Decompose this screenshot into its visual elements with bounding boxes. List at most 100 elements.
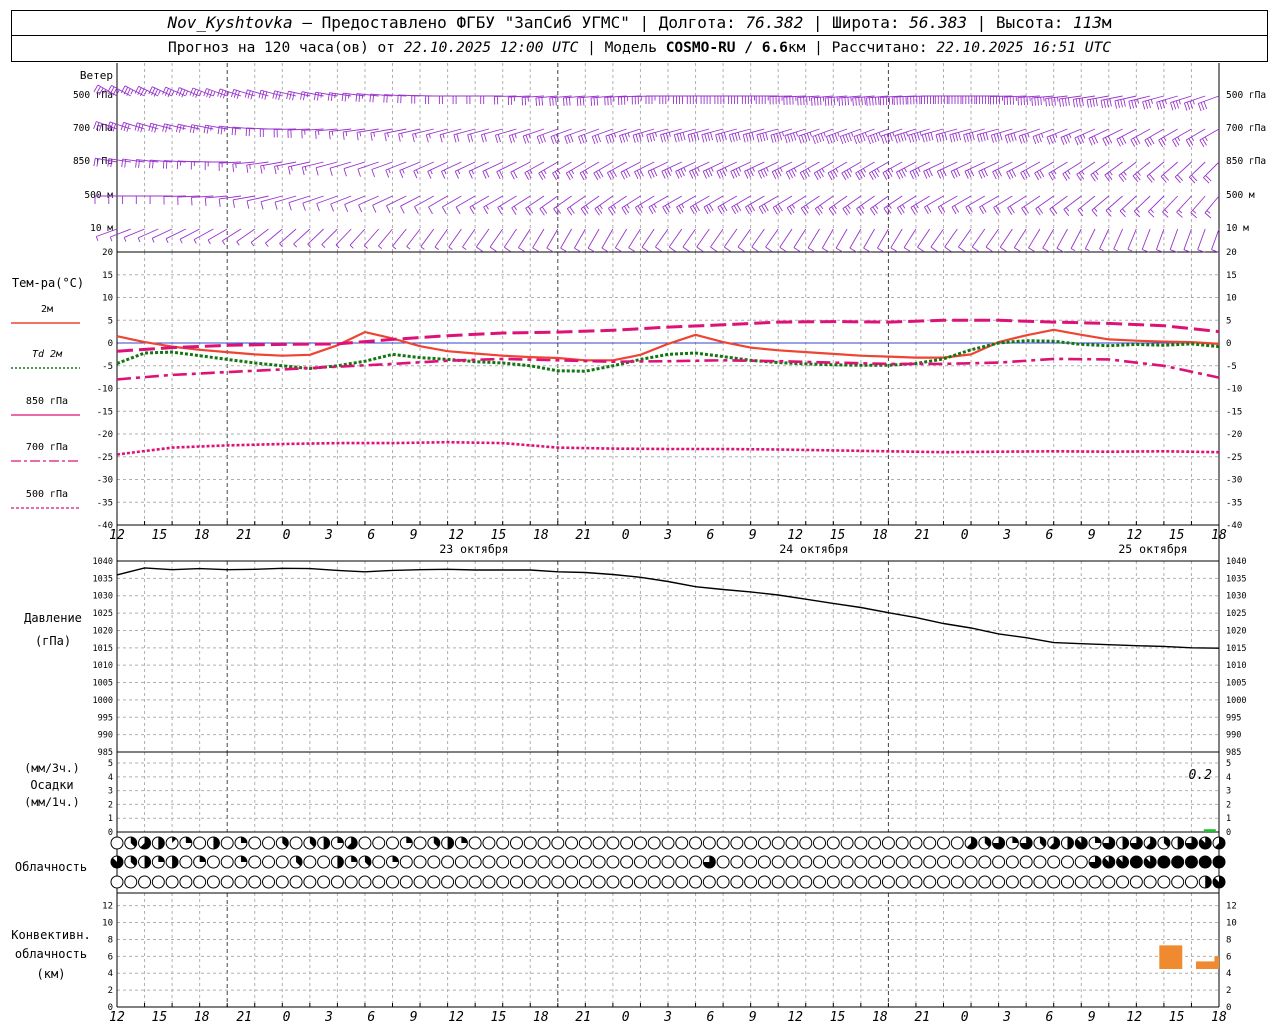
- wind-barb: [536, 128, 558, 145]
- cloud-symbol: [468, 855, 482, 869]
- cloud-symbol: [496, 875, 510, 889]
- cloud-fill: [158, 856, 165, 862]
- cloud-cover-symbols: [110, 836, 1226, 889]
- wind-barb: [412, 128, 434, 143]
- hour-label-bottom: 12: [787, 1010, 803, 1024]
- wind-barb: [137, 228, 159, 243]
- cloud-symbol: [179, 855, 193, 869]
- cloud-fill: [240, 856, 247, 862]
- pressure-tick-right: 1030: [1226, 592, 1246, 602]
- conv-bar: [1214, 956, 1219, 969]
- wind-barb: [870, 195, 889, 216]
- wind-barb: [335, 228, 352, 249]
- wind-barb: [737, 228, 751, 252]
- wind-barb: [1176, 195, 1192, 218]
- cloud-symbol: [317, 855, 331, 869]
- wind-barb: [1133, 195, 1151, 218]
- hour-label-bottom: 21: [914, 1010, 930, 1024]
- cloud-symbol: [675, 855, 689, 869]
- cloud-fill: [461, 837, 468, 843]
- hour-label-bottom: 3: [1002, 1010, 1011, 1024]
- hour-label-bottom: 0: [622, 1010, 630, 1024]
- wind-barb: [756, 128, 779, 143]
- conv-tick-left: 2: [108, 986, 113, 996]
- cloud-symbol: [840, 836, 854, 850]
- hour-label: 21: [914, 528, 930, 543]
- cloud-symbol: [441, 875, 455, 889]
- wind-barb: [149, 195, 173, 204]
- wind-barb: [628, 228, 641, 253]
- cloud-symbol: [1157, 875, 1171, 889]
- precip-tick-right: 1: [1226, 814, 1231, 824]
- wind-barb: [302, 195, 324, 211]
- cloud-fill: [1012, 837, 1019, 843]
- wind-barb: [392, 228, 407, 250]
- cloud-symbol: [757, 855, 771, 869]
- pressure-tick-right: 1015: [1226, 644, 1246, 654]
- cloud-symbol: [1019, 875, 1033, 889]
- wind-barb: [1062, 161, 1082, 181]
- wind-barb: [1028, 228, 1041, 253]
- pressure-tick-right: 1025: [1226, 609, 1246, 619]
- conv-tick-left: 10: [102, 919, 113, 929]
- conv-tick-left: 12: [102, 902, 113, 912]
- wind-barb: [560, 228, 572, 253]
- temp-tick-left: 0: [108, 339, 113, 349]
- cloud-symbol: [262, 836, 276, 850]
- wind-barb: [109, 228, 131, 242]
- cloud-symbol: [992, 855, 1006, 869]
- cloud-fill: [240, 837, 247, 843]
- wind-barb: [879, 95, 903, 106]
- cloud-symbol: [551, 855, 565, 869]
- wind-barb: [668, 228, 683, 252]
- wind-barbs: [93, 84, 1220, 253]
- cloud-symbol: [730, 855, 744, 869]
- cloud-symbol: [386, 875, 399, 889]
- wind-barb: [1042, 228, 1055, 253]
- wind-barb: [511, 195, 531, 215]
- cloud-symbol: [785, 855, 799, 869]
- wind-barb: [835, 228, 848, 253]
- conv-tick-left: 0: [108, 1003, 113, 1013]
- wind-barb: [989, 95, 1013, 105]
- wind-barb: [631, 95, 655, 105]
- cloud-symbol: [496, 855, 510, 869]
- wind-barb: [508, 128, 531, 144]
- cloud-fill: [337, 856, 344, 868]
- wind-barb: [397, 94, 421, 104]
- hour-label-bottom: 3: [324, 1010, 333, 1024]
- wind-barb: [274, 195, 297, 210]
- pressure-tick-left: 1035: [93, 574, 113, 584]
- wind-level-label-left: 700 гПа: [73, 123, 113, 134]
- cloud-fill: [1199, 856, 1212, 868]
- pressure-tick-left: 1020: [93, 626, 113, 636]
- cloud-symbol: [262, 855, 276, 869]
- cloud-symbol: [675, 875, 689, 889]
- cloud-symbol: [1088, 875, 1102, 889]
- cloud-symbol: [537, 875, 551, 889]
- wind-barb: [462, 228, 476, 250]
- cloud-symbol: [978, 855, 992, 869]
- cloud-symbol: [620, 855, 634, 869]
- cloud-symbol: [179, 875, 193, 889]
- cloud-symbol: [1033, 875, 1047, 889]
- temp-tick-left: -20: [97, 430, 113, 440]
- wind-barb: [1058, 95, 1082, 107]
- cloud-fill: [1171, 856, 1184, 868]
- wind-barb: [123, 228, 145, 242]
- wind-barb: [958, 228, 972, 252]
- cloud-symbol: [854, 836, 868, 850]
- cloud-symbol: [1171, 875, 1185, 889]
- wind-barb: [151, 228, 173, 243]
- cloud-symbol: [1033, 855, 1047, 869]
- wind-barb: [448, 228, 462, 250]
- temp-tick-left: 20: [102, 248, 113, 258]
- cloud-symbol: [551, 836, 565, 850]
- wind-level-label-right: 850 гПа: [1226, 156, 1266, 167]
- wind-level-label-left: 10 м: [90, 223, 113, 234]
- temp-tick-left: -25: [97, 453, 113, 463]
- wind-barb: [591, 128, 614, 145]
- wind-barb: [525, 195, 545, 216]
- wind-barb: [867, 128, 889, 145]
- cloud-symbol: [716, 875, 730, 889]
